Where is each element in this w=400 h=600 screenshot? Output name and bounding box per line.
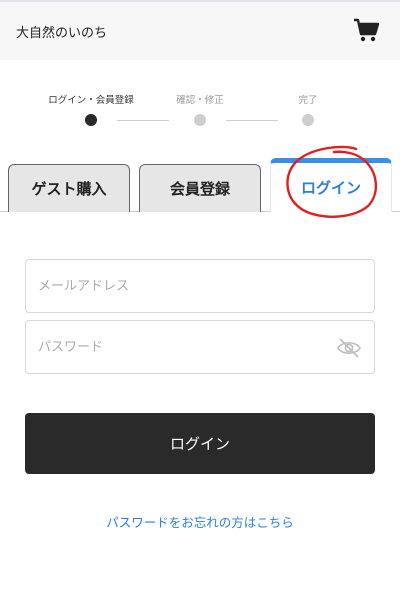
forgot-password-link[interactable]: パスワードをお忘れの方はこちら xyxy=(0,512,400,531)
step-label-confirm: 確認・修正 xyxy=(176,95,224,106)
step-dot xyxy=(302,114,314,126)
eye-off-icon[interactable] xyxy=(336,336,362,360)
step-label-login: ログイン・会員登録 xyxy=(48,95,134,106)
step-label-complete: 完了 xyxy=(298,95,318,106)
cart-icon[interactable] xyxy=(352,16,380,44)
email-input[interactable] xyxy=(26,260,374,312)
tab-member-register[interactable]: 会員登録 xyxy=(139,164,261,212)
password-input[interactable] xyxy=(26,321,374,373)
step-dot-active xyxy=(85,114,97,126)
tab-login[interactable]: ログイン xyxy=(270,158,392,212)
site-title: 大自然のいのち xyxy=(16,26,108,41)
tab-guest-purchase[interactable]: ゲスト購入 xyxy=(8,164,130,212)
step-connector xyxy=(117,120,169,121)
step-connector xyxy=(226,120,278,121)
email-field[interactable] xyxy=(25,259,375,313)
auth-tabs: ゲスト購入 会員登録 ログイン xyxy=(0,158,400,212)
header: 大自然のいのち xyxy=(0,0,400,60)
checkout-steps: ログイン・会員登録 確認・修正 完了 xyxy=(0,88,400,138)
password-field[interactable] xyxy=(25,320,375,374)
login-submit-button[interactable]: ログイン xyxy=(25,413,375,474)
step-dot xyxy=(194,114,206,126)
